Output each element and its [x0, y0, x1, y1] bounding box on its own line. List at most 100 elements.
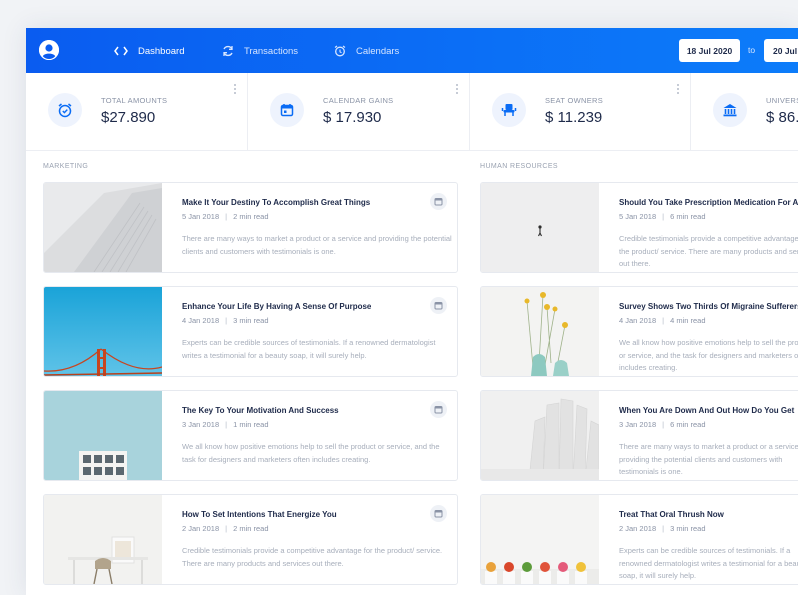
article-card[interactable]: How To Set Intentions That Energize You …	[43, 494, 458, 585]
article-meta: 5 Jan 2018 | 2 min read	[182, 212, 269, 221]
stat-university: UNIVERSITY $ 86.510	[691, 73, 798, 151]
stat-calendar-gains: CALENDAR GAINS $ 17.930	[248, 73, 470, 151]
stat-seat-owners: SEAT OWNERS $ 11.239	[470, 73, 691, 151]
meta-separator: |	[662, 212, 665, 221]
stat-value: $ 86.510	[766, 109, 798, 126]
article-title[interactable]: How To Set Intentions That Energize You	[182, 510, 337, 519]
article-meta: 3 Jan 2018 | 1 min read	[182, 420, 269, 429]
article-read-time: 6 min read	[670, 420, 706, 429]
article-meta: 4 Jan 2018 | 4 min read	[619, 316, 706, 325]
article-card[interactable]: Should You Take Prescription Medication …	[480, 182, 798, 273]
article-date: 5 Jan 2018	[182, 212, 220, 221]
article-read-time: 1 min read	[233, 420, 269, 429]
article-meta: 4 Jan 2018 | 3 min read	[182, 316, 269, 325]
article-card[interactable]: Enhance Your Life By Having A Sense Of P…	[43, 286, 458, 377]
dashboard-window: Dashboard Transactions Calendars 18 Jul …	[26, 28, 798, 595]
user-avatar-icon[interactable]	[39, 40, 59, 60]
article-thumbnail	[44, 391, 162, 480]
date-range-separator: to	[748, 45, 756, 55]
chair-icon	[492, 93, 526, 127]
calendar-icon[interactable]	[430, 505, 447, 522]
article-read-time: 4 min read	[670, 316, 706, 325]
article-read-time: 6 min read	[670, 212, 706, 221]
nav-transactions[interactable]: Transactions	[222, 43, 298, 59]
date-to-field[interactable]: 20 Jul 2020	[764, 39, 798, 62]
stat-label: SEAT OWNERS	[545, 96, 604, 105]
more-options-icon[interactable]	[234, 84, 237, 96]
article-thumbnail	[44, 287, 162, 376]
article-card[interactable]: Treat That Oral Thrush Now 2 Jan 2018 | 3 …	[480, 494, 798, 585]
meta-separator: |	[662, 316, 665, 325]
nav-dashboard[interactable]: Dashboard	[114, 43, 184, 59]
section-title-human-resources: HUMAN RESOURCES	[480, 163, 558, 170]
nav-calendars-label: Calendars	[356, 45, 400, 57]
article-description: We all know how positive emotions help t…	[619, 338, 798, 372]
article-date: 4 Jan 2018	[619, 316, 657, 325]
article-description: Experts can be credible sources of testi…	[182, 338, 436, 360]
stat-label: TOTAL AMOUNTS	[101, 96, 168, 105]
meta-separator: |	[662, 420, 665, 429]
meta-separator: |	[662, 524, 665, 533]
more-options-icon[interactable]	[677, 84, 680, 96]
article-meta: 3 Jan 2018 | 6 min read	[619, 420, 706, 429]
section-title-marketing: MARKETING	[43, 163, 89, 170]
article-title[interactable]: When You Are Down And Out How Do You Get	[619, 406, 794, 415]
article-card[interactable]: When You Are Down And Out How Do You Get…	[480, 390, 798, 481]
article-meta: 2 Jan 2018 | 2 min read	[182, 524, 269, 533]
article-title[interactable]: Treat That Oral Thrush Now	[619, 510, 724, 519]
article-description: Experts can be credible sources of testi…	[619, 546, 798, 580]
meta-separator: |	[225, 316, 228, 325]
article-meta: 5 Jan 2018 | 6 min read	[619, 212, 706, 221]
article-title[interactable]: Make It Your Destiny To Accomplish Great…	[182, 198, 370, 207]
article-card[interactable]: The Key To Your Motivation And Success 3…	[43, 390, 458, 481]
article-date: 5 Jan 2018	[619, 212, 657, 221]
article-date: 2 Jan 2018	[619, 524, 657, 533]
calendar-icon[interactable]	[430, 193, 447, 210]
article-read-time: 3 min read	[670, 524, 706, 533]
article-read-time: 3 min read	[233, 316, 269, 325]
article-description: There are many ways to market a product …	[182, 234, 452, 256]
refresh-icon	[223, 45, 233, 57]
nav-dashboard-label: Dashboard	[138, 45, 185, 57]
meta-separator: |	[225, 524, 228, 533]
meta-separator: |	[225, 212, 228, 221]
article-date: 3 Jan 2018	[619, 420, 657, 429]
article-meta: 2 Jan 2018 | 3 min read	[619, 524, 706, 533]
calendar-icon[interactable]	[430, 401, 447, 418]
article-thumbnail	[44, 183, 162, 272]
article-date: 3 Jan 2018	[182, 420, 220, 429]
article-thumbnail	[481, 183, 599, 272]
alarm-clock-icon	[48, 93, 82, 127]
article-title[interactable]: Survey Shows Two Thirds Of Migraine Suff…	[619, 302, 798, 311]
article-thumbnail	[481, 287, 599, 376]
stat-value: $27.890	[101, 109, 156, 126]
article-thumbnail	[481, 495, 599, 584]
article-read-time: 2 min read	[233, 524, 269, 533]
article-description: Credible testimonials provide a competit…	[182, 546, 443, 568]
article-title[interactable]: Enhance Your Life By Having A Sense Of P…	[182, 302, 371, 311]
top-navigation-bar: Dashboard Transactions Calendars 18 Jul …	[26, 28, 798, 73]
article-date: 4 Jan 2018	[182, 316, 220, 325]
stat-value: $ 17.930	[323, 109, 382, 126]
code-brackets-icon	[114, 46, 128, 56]
calendar-icon[interactable]	[430, 297, 447, 314]
article-description: We all know how positive emotions help t…	[182, 442, 440, 464]
article-card[interactable]: Survey Shows Two Thirds Of Migraine Suff…	[480, 286, 798, 377]
article-title[interactable]: The Key To Your Motivation And Success	[182, 406, 339, 415]
article-description: There are many ways to market a product …	[619, 442, 798, 476]
article-title[interactable]: Should You Take Prescription Medication …	[619, 198, 798, 207]
article-read-time: 2 min read	[233, 212, 269, 221]
stat-value: $ 11.239	[545, 109, 603, 126]
nav-calendars[interactable]: Calendars	[334, 43, 399, 59]
date-from-field[interactable]: 18 Jul 2020	[679, 39, 740, 62]
article-date: 2 Jan 2018	[182, 524, 220, 533]
stat-label: UNIVERSITY	[766, 96, 798, 105]
article-thumbnail	[44, 495, 162, 584]
bank-icon	[713, 93, 747, 127]
stat-label: CALENDAR GAINS	[323, 96, 394, 105]
more-options-icon[interactable]	[456, 84, 459, 96]
alarm-clock-icon	[334, 45, 346, 57]
article-card[interactable]: Make It Your Destiny To Accomplish Great…	[43, 182, 458, 273]
meta-separator: |	[225, 420, 228, 429]
article-thumbnail	[481, 391, 599, 480]
